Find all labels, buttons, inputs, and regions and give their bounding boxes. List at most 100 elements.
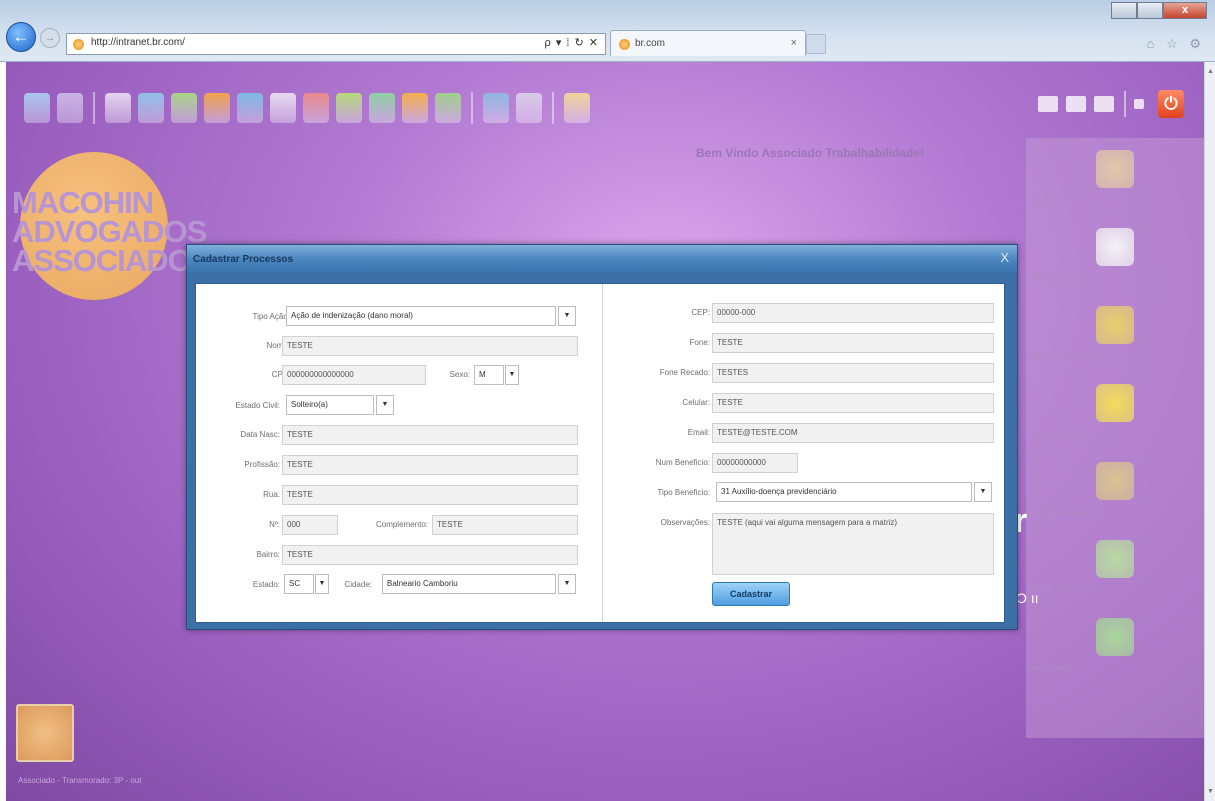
chevron-down-icon[interactable]: ▼	[974, 482, 992, 502]
rua-field[interactable]: TESTE	[282, 485, 578, 505]
export-icon[interactable]	[336, 93, 362, 123]
browser-chrome: x ← → http://intranet.br.com/ ρ ▾ ⁞ ↻ ✕ …	[0, 0, 1215, 62]
status-footer: Associado - Transmorado: 3P - out	[18, 776, 142, 785]
close-icon[interactable]: X	[1000, 250, 1009, 265]
chevron-down-icon[interactable]: ▼	[315, 574, 329, 594]
cidade-select[interactable]: Balneario Camboriu	[382, 574, 556, 594]
copy-icon[interactable]	[516, 93, 542, 123]
back-button[interactable]: ←	[6, 22, 36, 52]
tipo-acao-label: Tipo Ação:	[252, 312, 290, 321]
side-item-reports[interactable]: Relatos de Relação	[1026, 540, 1204, 595]
bairro-label: Bairro:	[256, 550, 280, 559]
delete-icon[interactable]	[303, 93, 329, 123]
tab-close-icon[interactable]: ×	[791, 37, 797, 49]
nome-field[interactable]: TESTE	[282, 336, 578, 356]
scroll-down-icon[interactable]: ▼	[1207, 788, 1214, 795]
logo-text: MACOHIN ADVOGADOS ASSOCIADOS	[12, 187, 211, 278]
main-toolbar	[24, 88, 597, 128]
address-tools[interactable]: ρ ▾ ⁞ ↻ ✕	[545, 36, 600, 49]
data-nasc-field[interactable]: TESTE	[282, 425, 578, 445]
browser-tab[interactable]: br.com ×	[610, 30, 806, 56]
chevron-down-icon[interactable]: ▼	[558, 306, 576, 326]
sexo-select[interactable]: M	[474, 365, 504, 385]
fone-recado-field[interactable]: TESTES	[712, 363, 994, 383]
document-icon	[1096, 228, 1134, 266]
page-scrollbar[interactable]: ▲ ▼	[1204, 62, 1215, 801]
notes-icon[interactable]	[105, 93, 131, 123]
side-item-notices[interactable]: Quadro de Avisos	[1026, 384, 1204, 439]
site-favicon-icon	[73, 39, 84, 50]
minimize-button[interactable]	[1111, 2, 1137, 19]
num-beneficio-label: Num Beneficio:	[655, 458, 710, 467]
observacoes-textarea[interactable]: TESTE (aqui vai alguma mensagem para a m…	[712, 513, 994, 575]
estado-civil-select[interactable]: Solteiro(a)	[286, 395, 374, 415]
check-icon[interactable]	[237, 93, 263, 123]
rua-label: Rua:	[263, 490, 280, 499]
bairro-field[interactable]: TESTE	[282, 545, 578, 565]
avatar[interactable]	[16, 704, 74, 762]
stack-icon[interactable]	[435, 93, 461, 123]
logo-line: ADVOGADOS	[12, 214, 207, 249]
minimize-all-icon[interactable]	[1134, 99, 1144, 109]
tipo-beneficio-select[interactable]: 31 Auxílio-doença previdenciário	[716, 482, 972, 502]
forward-button[interactable]: →	[40, 28, 60, 48]
maximize-button[interactable]	[1137, 2, 1163, 19]
observacoes-label: Observações:	[660, 518, 710, 527]
cascade-windows-icon[interactable]	[1038, 96, 1058, 112]
chevron-down-icon[interactable]: ▼	[505, 365, 519, 385]
side-item-intranet[interactable]: Intranet	[1026, 150, 1204, 205]
browser-tools[interactable]: ⌂ ☆ ⚙	[1147, 36, 1205, 52]
celular-field[interactable]: TESTE	[712, 393, 994, 413]
new-tab-button[interactable]	[806, 34, 826, 54]
cadastrar-processos-dialog: Cadastrar Processos X Tipo Ação: Ação de…	[186, 244, 1018, 630]
chevron-down-icon[interactable]: ▼	[558, 574, 576, 594]
estado-select[interactable]: SC	[284, 574, 314, 594]
side-item-documents[interactable]: Advertega Quant	[1026, 228, 1204, 283]
num-beneficio-field[interactable]: 00000000000	[712, 453, 798, 473]
cpf-field[interactable]: 000000000000000	[282, 365, 426, 385]
user-chat-icon	[1096, 618, 1134, 656]
toolbar-divider	[471, 92, 473, 124]
dialog-header[interactable]: Cadastrar Processos X	[187, 245, 1017, 273]
window-controls: x	[1111, 2, 1207, 19]
logo-line: ASSOCIADOS	[12, 243, 211, 278]
side-menu: Intranet Advertega Quant Pergunta Pergun…	[1026, 138, 1204, 738]
profissao-field[interactable]: TESTE	[282, 455, 578, 475]
refresh-icon[interactable]	[138, 93, 164, 123]
cep-field[interactable]: 00000-000	[712, 303, 994, 323]
info-icon[interactable]	[564, 93, 590, 123]
transfer-icon[interactable]	[369, 93, 395, 123]
tile-windows-icon[interactable]	[1066, 96, 1086, 112]
side-item-support[interactable]: Atendimento	[1026, 618, 1204, 673]
numero-field[interactable]: 000	[282, 515, 338, 535]
report-add-icon[interactable]	[57, 93, 83, 123]
address-bar[interactable]: http://intranet.br.com/ ρ ▾ ⁞ ↻ ✕	[66, 33, 606, 55]
email-field[interactable]: TESTE@TESTE.COM	[712, 423, 994, 443]
dialog-body: Tipo Ação: Ação de indenização (dano mor…	[195, 283, 1005, 623]
warning-icon[interactable]	[204, 93, 230, 123]
scroll-up-icon[interactable]: ▲	[1207, 68, 1214, 75]
chevron-down-icon[interactable]: ▼	[376, 395, 394, 415]
screen-icon[interactable]	[483, 93, 509, 123]
edit-icon[interactable]	[270, 93, 296, 123]
money-icon[interactable]	[402, 93, 428, 123]
side-item-files[interactable]: Pasta para Arquivos	[1026, 462, 1204, 517]
side-item-label: Quadro de Avisos	[1026, 430, 1090, 439]
numero-label: Nº:	[269, 520, 280, 529]
background-glyph: O ıı	[1016, 590, 1039, 606]
close-window-button[interactable]: x	[1163, 2, 1207, 19]
power-icon[interactable]: ⏻	[1158, 90, 1184, 118]
estado-label: Estado:	[252, 580, 280, 589]
download-folder-icon	[1096, 540, 1134, 578]
complemento-field[interactable]: TESTE	[432, 515, 578, 535]
cadastrar-button[interactable]: Cadastrar	[712, 582, 790, 606]
tab-favicon-icon	[619, 39, 630, 50]
list-windows-icon[interactable]	[1094, 96, 1114, 112]
report-icon[interactable]	[24, 93, 50, 123]
tipo-acao-select[interactable]: Ação de indenização (dano moral)	[286, 306, 556, 326]
cidade-label: Cidade:	[344, 580, 372, 589]
toolbar-divider	[93, 92, 95, 124]
side-item-questions[interactable]: Pergunta Perguntas	[1026, 306, 1204, 361]
chart-icon[interactable]	[171, 93, 197, 123]
fone-field[interactable]: TESTE	[712, 333, 994, 353]
